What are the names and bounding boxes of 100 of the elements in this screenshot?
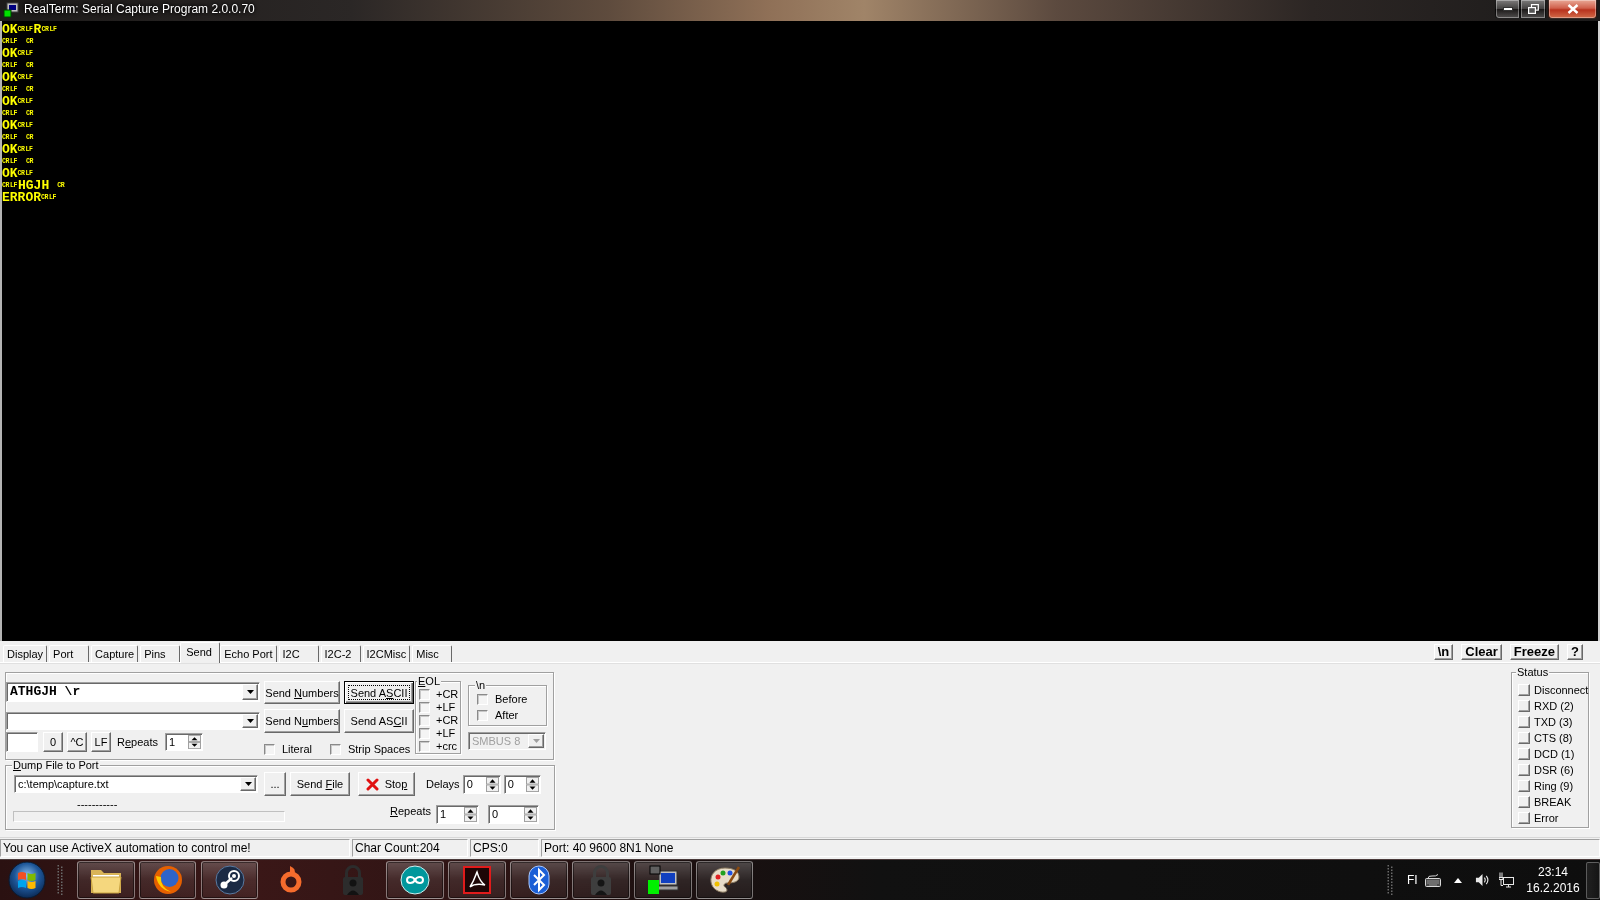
spin-arrows-icon xyxy=(464,807,477,822)
progress-caption: ----------- xyxy=(77,800,118,809)
keyboard-icon[interactable] xyxy=(1425,873,1441,887)
taskbar-button[interactable] xyxy=(448,861,506,899)
send-ascii-button[interactable]: Send ASCII xyxy=(344,681,414,704)
ring-icon xyxy=(280,865,303,895)
status-message: You can use ActiveX automation to control me! xyxy=(0,839,350,857)
group-legend: Status xyxy=(1516,667,1550,678)
user-lock-icon xyxy=(341,864,366,896)
taskbar-button[interactable] xyxy=(695,861,754,899)
combo-box[interactable] xyxy=(6,712,260,730)
send-numbers-button[interactable]: Send Numbers xyxy=(264,709,340,733)
clear-button[interactable]: Clear xyxy=(1461,643,1502,660)
tab[interactable]: I2CMisc xyxy=(362,645,411,662)
tab[interactable]: Pins xyxy=(140,645,181,662)
quick-send-button[interactable]: ^C xyxy=(67,732,87,752)
send-file-button[interactable]: Send File xyxy=(290,772,350,796)
checkbox[interactable] xyxy=(477,693,488,705)
status-label: Ring (9) xyxy=(1534,779,1574,793)
spin-field[interactable]: 0 xyxy=(462,774,501,794)
spin-button[interactable] xyxy=(485,776,499,792)
send-ascii-button[interactable]: Send ASCII xyxy=(344,709,414,733)
spin-field[interactable]: 0 xyxy=(488,805,539,824)
palette-icon xyxy=(708,865,741,895)
tab[interactable]: Capture xyxy=(91,645,139,662)
combo-box[interactable]: c:\temp\capture.txt xyxy=(14,775,258,793)
input-field[interactable] xyxy=(6,732,38,752)
checkbox[interactable] xyxy=(419,728,430,739)
browse-button[interactable]: ... xyxy=(264,772,286,796)
window-title: RealTerm: Serial Capture Program 2.0.0.70 xyxy=(24,1,255,18)
show-desktop-button[interactable] xyxy=(1586,861,1600,899)
taskbar-button[interactable] xyxy=(386,861,444,899)
taskbar-button[interactable] xyxy=(510,861,568,899)
help-button[interactable]: ? xyxy=(1567,643,1583,660)
checkbox[interactable] xyxy=(419,715,430,726)
taskbar-button[interactable] xyxy=(634,861,692,899)
spin-arrows-icon xyxy=(525,776,539,792)
tab[interactable]: Send xyxy=(180,642,221,663)
close-button[interactable] xyxy=(1548,0,1597,19)
checkbox-label: Literal xyxy=(282,742,312,756)
tab[interactable]: Display xyxy=(3,645,48,662)
user-lock-icon xyxy=(588,864,613,896)
checkbox[interactable] xyxy=(419,689,430,700)
status-label: TXD (3) xyxy=(1534,715,1573,729)
spin-button[interactable] xyxy=(525,776,539,792)
tab[interactable]: Echo Port xyxy=(220,645,277,662)
clock[interactable]: 23:14 16.2.2016 xyxy=(1526,862,1580,898)
tab[interactable]: Port xyxy=(49,645,90,662)
checkbox[interactable] xyxy=(477,709,488,721)
checkbox[interactable] xyxy=(264,743,275,755)
checkbox[interactable] xyxy=(419,702,430,713)
spin-field[interactable]: 0 xyxy=(503,774,541,794)
computer-icon xyxy=(646,865,679,895)
spin-arrows-icon xyxy=(188,735,201,749)
checkbox[interactable] xyxy=(329,743,341,755)
quick-send-button[interactable]: LF xyxy=(91,732,111,752)
spin-field[interactable]: 1 xyxy=(165,733,203,751)
spin-button[interactable] xyxy=(464,807,477,822)
status-label: RXD (2) xyxy=(1534,699,1574,713)
minimize-button[interactable] xyxy=(1495,0,1520,19)
status-label: Error xyxy=(1534,811,1559,825)
chevron-up-icon[interactable] xyxy=(1454,877,1462,883)
dropdown-button[interactable] xyxy=(242,714,258,728)
tab[interactable]: I2C xyxy=(278,645,319,662)
checkbox-label: Strip Spaces xyxy=(347,742,411,756)
caret-down-icon xyxy=(246,690,254,694)
taskbar-button[interactable] xyxy=(200,861,259,899)
spin-button[interactable] xyxy=(188,735,201,749)
bluetooth-icon xyxy=(528,865,550,895)
network-icon[interactable] xyxy=(1499,872,1514,888)
send-numbers-button[interactable]: Send Numbers xyxy=(264,681,340,704)
restore-button[interactable] xyxy=(1520,0,1546,19)
stop-button[interactable]: Stop xyxy=(358,772,415,796)
volume-icon[interactable] xyxy=(1475,872,1490,888)
spin-arrows-icon xyxy=(485,776,499,792)
checkbox[interactable] xyxy=(419,741,430,752)
status-label: DSR (6) xyxy=(1534,763,1574,777)
taskbar-button[interactable] xyxy=(572,861,630,899)
monitor-icon xyxy=(3,2,19,18)
linked-circles-icon xyxy=(214,865,245,895)
spin-button[interactable] xyxy=(524,807,537,822)
taskbar-button[interactable] xyxy=(138,861,197,899)
flag-orb-icon xyxy=(8,861,46,899)
grip-icon xyxy=(1387,863,1393,897)
quick-send-button[interactable]: 0 xyxy=(43,732,63,752)
caret-down-icon xyxy=(532,739,540,743)
freeze-button[interactable]: Freeze xyxy=(1509,643,1560,660)
dropdown-button[interactable] xyxy=(242,684,258,700)
spin-field[interactable]: 1 xyxy=(436,805,479,824)
tab[interactable]: Misc xyxy=(412,645,453,662)
newline-button[interactable]: \n xyxy=(1433,643,1454,660)
taskbar-button[interactable] xyxy=(77,861,135,899)
caret-down-icon xyxy=(244,782,252,786)
cross-icon xyxy=(365,777,379,791)
checkbox-label: +CR xyxy=(436,714,459,727)
combo-box[interactable]: ATHGJH \r xyxy=(6,682,260,702)
dropdown-button[interactable] xyxy=(240,777,256,791)
tab[interactable]: I2C-2 xyxy=(320,645,361,662)
infinity-icon xyxy=(400,865,431,895)
language-indicator[interactable]: FI xyxy=(1407,873,1416,887)
